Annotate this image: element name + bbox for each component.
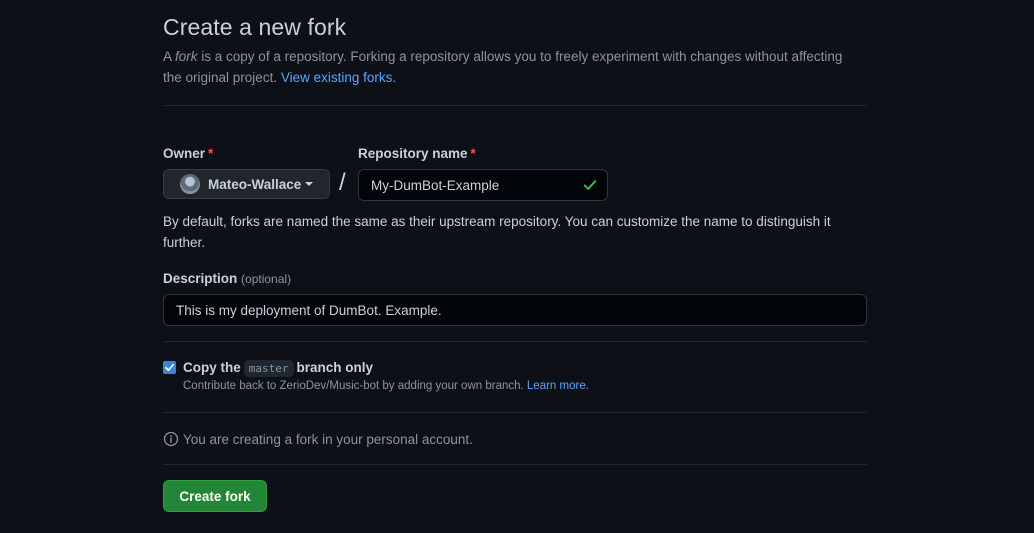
- copy-branch-label[interactable]: Copy the master branch only: [183, 360, 373, 377]
- intro-prefix: A: [163, 49, 176, 64]
- required-mark: *: [470, 146, 476, 161]
- intro-fork-term: fork: [175, 49, 198, 64]
- description-value: This is my deployment of DumBot. Example…: [176, 302, 442, 318]
- info-icon: [163, 431, 179, 447]
- repository-name-input[interactable]: My-DumBot-Example: [358, 169, 608, 201]
- avatar: [180, 174, 200, 194]
- intro-text: A fork is a copy of a repository. Forkin…: [163, 46, 843, 88]
- view-existing-forks-link[interactable]: View existing forks.: [281, 70, 396, 85]
- repository-name-hint: By default, forks are named the same as …: [163, 214, 831, 250]
- owner-name: Mateo-Wallace: [208, 176, 302, 192]
- copy-branch-note: Contribute back to ZerioDev/Music-bot by…: [183, 380, 589, 392]
- repository-name-label: Repository name *: [358, 146, 476, 161]
- owner-label: Owner *: [163, 146, 214, 161]
- caret-down-icon: [305, 182, 314, 186]
- divider: [163, 464, 867, 465]
- check-icon: [583, 180, 597, 190]
- description-label: Description (optional): [163, 271, 292, 286]
- divider: [163, 412, 867, 413]
- learn-more-link[interactable]: Learn more.: [527, 380, 589, 392]
- intro-body: is a copy of a repository. Forking a rep…: [163, 49, 843, 85]
- required-mark: *: [208, 146, 214, 161]
- owner-select-button[interactable]: Mateo-Wallace: [163, 169, 330, 199]
- owner-repo-separator: /: [339, 169, 346, 196]
- optional-tag: (optional): [241, 272, 292, 286]
- page-title: Create a new fork: [163, 14, 347, 40]
- info-text: You are creating a fork in your personal…: [183, 431, 473, 447]
- fork-account-info: You are creating a fork in your personal…: [163, 431, 473, 447]
- branch-name-code: master: [243, 360, 294, 377]
- checkbox-checked-icon: [165, 363, 174, 372]
- repository-name-value: My-DumBot-Example: [371, 177, 500, 193]
- copy-branch-checkbox[interactable]: [163, 361, 176, 374]
- create-fork-button[interactable]: Create fork: [163, 480, 267, 512]
- description-input[interactable]: This is my deployment of DumBot. Example…: [163, 294, 867, 326]
- divider: [163, 341, 867, 342]
- divider: [163, 105, 867, 106]
